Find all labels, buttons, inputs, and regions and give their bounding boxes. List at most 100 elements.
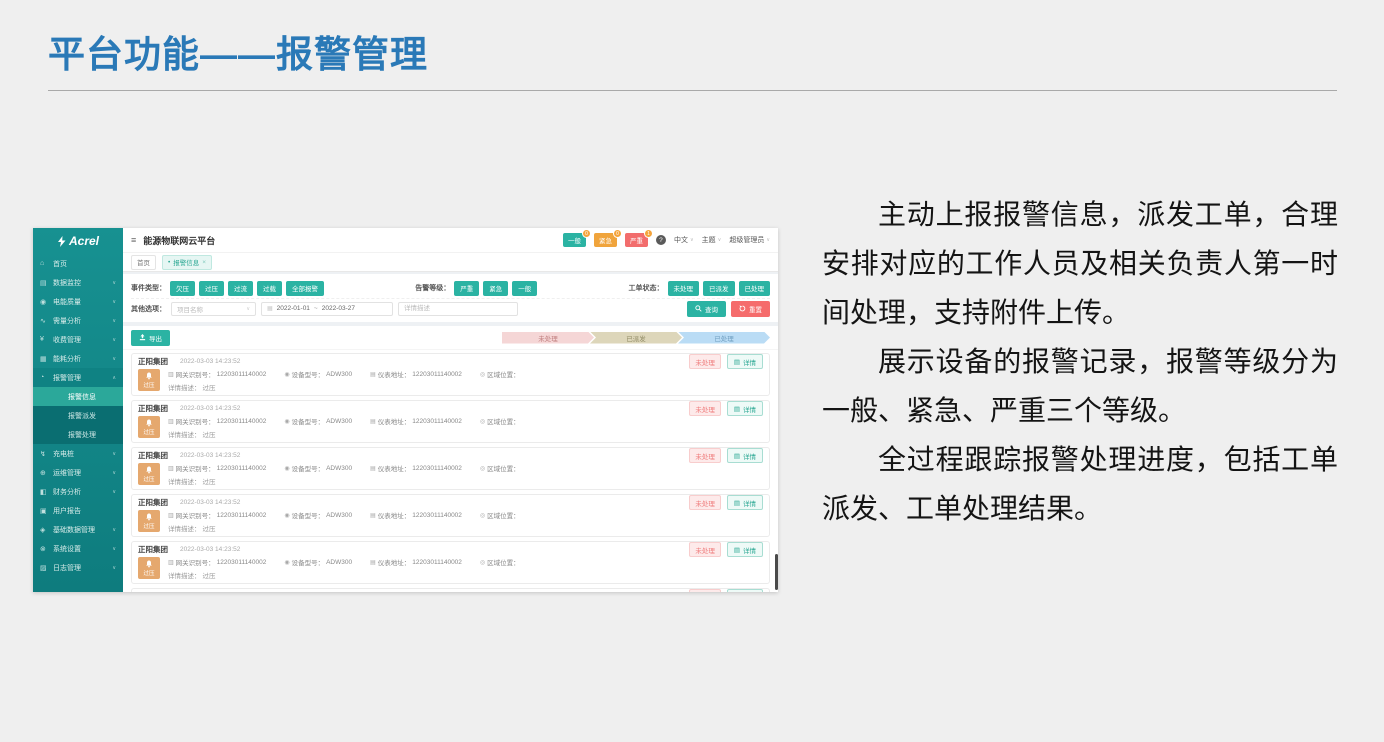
sidebar-item-label: 报警处理: [68, 430, 96, 440]
detail-button[interactable]: ▤ 详情: [727, 448, 763, 463]
sidebar-item-power-quality[interactable]: ◉ 电能质量 ∨: [33, 292, 123, 311]
theme-dropdown[interactable]: 主题 ∨: [702, 235, 722, 245]
filter-status-processed[interactable]: 已处理: [739, 281, 771, 296]
alarm-time: 2022-03-03 14:23:52: [180, 358, 240, 365]
tab-alarm-info[interactable]: • 报警信息 ×: [162, 255, 212, 270]
sidebar-item-system-settings[interactable]: ⊗ 系统设置 ∨: [33, 539, 123, 558]
wave-icon: ∿: [40, 317, 49, 325]
field-label: 区域位置：: [487, 369, 520, 379]
badge-count: 0: [582, 229, 591, 238]
close-icon[interactable]: ×: [202, 259, 206, 266]
filter-status-pending[interactable]: 未处理: [668, 281, 700, 296]
meter-address-field: ▤ 仪表地址： 12203011140002: [370, 416, 462, 426]
description-value: 过压: [203, 429, 216, 439]
detail-button[interactable]: ▤ 详情: [727, 354, 763, 369]
badge-urgent[interactable]: 紧急 0: [594, 233, 617, 247]
gateway-icon: ▥: [168, 512, 174, 519]
location-icon: ◎: [480, 559, 485, 566]
description-value: 过压: [203, 382, 216, 392]
sidebar-item-charge-management[interactable]: ¥ 收费管理 ∨: [33, 330, 123, 349]
sidebar-item-energy-analysis[interactable]: ▦ 能耗分析 ∨: [33, 349, 123, 368]
sidebar-item-data-monitor[interactable]: ▤ 数据监控 ∨: [33, 273, 123, 292]
alarm-fields: ▥ 网关识别号： 12203011140002 ◉ 设备型号： ADW300: [168, 416, 763, 439]
sidebar-menu: ⌂ 首页 ▤ 数据监控 ∨ ◉ 电能质量 ∨: [33, 254, 123, 577]
sidebar-item-basic-data[interactable]: ◈ 基础数据管理 ∨: [33, 520, 123, 539]
language-dropdown[interactable]: 中文 ∨: [674, 235, 694, 245]
filter-level-general[interactable]: 一般: [512, 281, 537, 296]
detail-button[interactable]: ▤ 详情: [727, 401, 763, 416]
detail-button[interactable]: ▤ 详情: [727, 542, 763, 557]
date-end: 2022-03-27: [322, 305, 355, 312]
sidebar-item-alarm-info[interactable]: 报警信息: [33, 387, 123, 406]
charging-icon: ↯: [40, 450, 49, 458]
company-name: 正阳集团: [138, 403, 168, 414]
filter-status-dispatched[interactable]: 已派发: [703, 281, 735, 296]
badge-general[interactable]: 一般 0: [563, 233, 586, 247]
user-dropdown[interactable]: 超级管理员 ∨: [729, 235, 770, 245]
alarm-fields: ▥ 网关识别号： 12203011140002 ◉ 设备型号： ADW300: [168, 557, 763, 580]
document-icon: ▤: [734, 546, 740, 554]
chevron-icon: ∨: [112, 356, 116, 362]
sidebar-item-label: 用户报告: [53, 506, 81, 516]
field-label: 仪表地址：: [378, 463, 411, 473]
reset-button[interactable]: 重置: [731, 301, 770, 317]
area-location-field: ◎ 区域位置：: [480, 463, 522, 473]
scrollbar-thumb[interactable]: [775, 554, 778, 590]
filter-level-urgent[interactable]: 紧急: [483, 281, 508, 296]
sidebar-item-om-management[interactable]: ⊕ 运维管理 ∨: [33, 463, 123, 482]
segment-pending[interactable]: 未处理: [502, 332, 594, 344]
filter-level-critical[interactable]: 严重: [454, 281, 479, 296]
segment-dispatched[interactable]: 已派发: [590, 332, 682, 344]
segment-processed[interactable]: 已处理: [678, 332, 770, 344]
description-input[interactable]: [398, 302, 518, 316]
alarm-fields: ▥ 网关识别号： 12203011140002 ◉ 设备型号： ADW300: [168, 463, 763, 486]
sidebar-item-alarm-management[interactable]: ◔ 报警管理 ∧: [33, 368, 123, 387]
acrel-logo-icon: [57, 236, 66, 247]
chevron-icon: ∨: [112, 451, 116, 457]
company-name: 正阳集团: [138, 356, 168, 367]
sidebar-item-label: 财务分析: [53, 487, 81, 497]
search-button[interactable]: 查询: [687, 301, 726, 317]
sidebar-item-user-report[interactable]: ▣ 用户报告: [33, 501, 123, 520]
sidebar-item-finance-analysis[interactable]: ◧ 财务分析 ∨: [33, 482, 123, 501]
sidebar-item-alarm-handle[interactable]: 报警处理: [33, 425, 123, 444]
sidebar-item-demand-analysis[interactable]: ∿ 需量分析 ∨: [33, 311, 123, 330]
sidebar-item-alarm-dispatch[interactable]: 报警派发: [33, 406, 123, 425]
home-icon: ⌂: [40, 260, 49, 267]
sidebar-item-home[interactable]: ⌂ 首页: [33, 254, 123, 273]
alarm-type-tile: 过压: [138, 416, 160, 438]
filter-row-1: 事件类型： 欠压 过压 过流 过载 全部报警: [131, 278, 770, 298]
date-range-picker[interactable]: ▦ 2022-01-01 ~ 2022-03-27: [261, 302, 393, 316]
help-icon[interactable]: ?: [656, 235, 666, 245]
field-label: 区域位置：: [487, 416, 520, 426]
badge-count: 1: [644, 229, 653, 238]
filter-all-alarms[interactable]: 全部报警: [286, 281, 324, 296]
sidebar: Acrel ⌂ 首页 ▤ 数据监控 ∨: [33, 228, 123, 592]
alarm-row: 正阳集团 2022-03-03 14:23:52 未处理 ▤ 详情: [131, 447, 770, 490]
project-select[interactable]: 项目名称 ∨: [171, 302, 256, 316]
filter-overcurrent[interactable]: 过流: [228, 281, 253, 296]
alarm-row-body: 过压 ▥ 网关识别号： 12203011140002: [138, 463, 763, 486]
company-name: 正阳集团: [138, 450, 168, 461]
filter-overvoltage[interactable]: 过压: [199, 281, 224, 296]
sidebar-item-charging-pile[interactable]: ↯ 充电桩 ∨: [33, 444, 123, 463]
field-label: 设备型号：: [292, 510, 325, 520]
detail-button-label: 详情: [743, 451, 756, 461]
reset-button-label: 重置: [749, 304, 762, 314]
detail-button[interactable]: ▤ 详情: [727, 589, 763, 592]
gateway-field: ▥ 网关识别号： 12203011140002: [168, 557, 266, 567]
filter-overload[interactable]: 过载: [257, 281, 282, 296]
search-button-label: 查询: [705, 304, 718, 314]
filter-undervoltage[interactable]: 欠压: [170, 281, 195, 296]
breadcrumb-home[interactable]: 首页: [131, 255, 156, 270]
sidebar-item-log-management[interactable]: ▨ 日志管理 ∨: [33, 558, 123, 577]
export-button[interactable]: 导出: [131, 330, 170, 346]
field-label: 区域位置：: [487, 463, 520, 473]
export-icon: [139, 334, 146, 341]
sidebar-item-label: 数据监控: [53, 278, 81, 288]
detail-button[interactable]: ▤ 详情: [727, 495, 763, 510]
alarm-fields: ▥ 网关识别号： 12203011140002 ◉ 设备型号： ADW300: [168, 510, 763, 533]
badge-critical[interactable]: 严重 1: [625, 233, 648, 247]
sidebar-item-label: 报警管理: [53, 373, 81, 383]
menu-toggle-icon[interactable]: ≡: [131, 235, 136, 245]
